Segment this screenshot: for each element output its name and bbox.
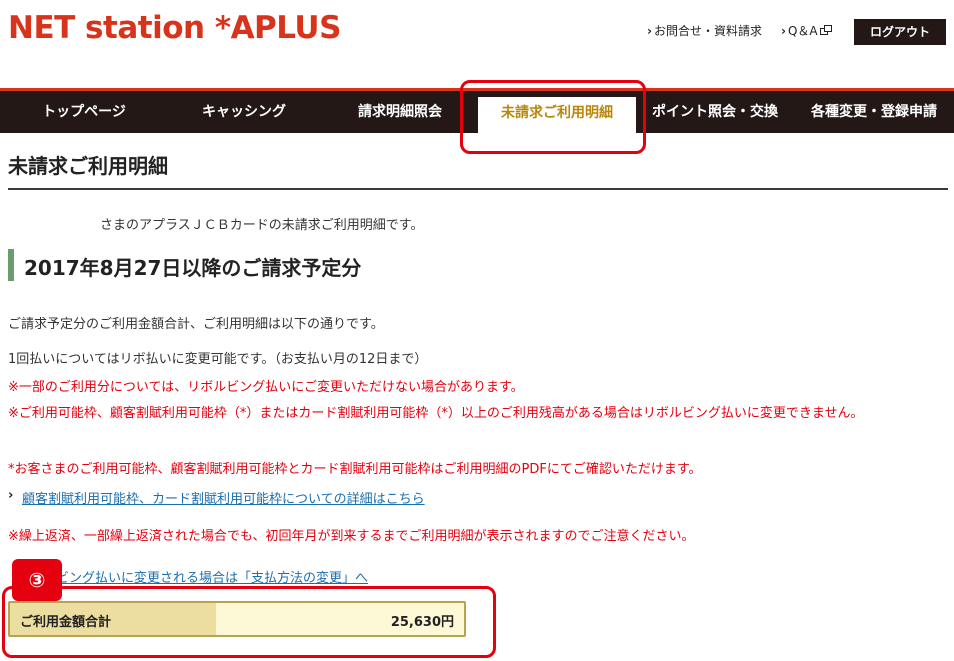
logout-button[interactable]: ログアウト [854, 19, 946, 45]
page-title: 未請求ご利用明細 [8, 154, 168, 178]
chevron-right-icon: › [647, 24, 652, 38]
intro-text: さまのアプラスＪＣＢカードの未請求ご利用明細です。 [100, 218, 424, 233]
repayment-note: ※繰上返済、一部繰上返済された場合でも、初回年月が到来するまでご利用明細が表示さ… [8, 529, 695, 544]
title-divider [8, 188, 948, 190]
nav-item-cashing[interactable]: キャッシング [160, 91, 328, 133]
revolving-note: 1回払いについてはリボ払いに変更可能です。（お支払い月の12日まで） [8, 352, 428, 367]
note-red-2: ※ご利用可能枠、顧客割賦利用可能枠（*）またはカード割賦利用可能枠（*）以上のご… [8, 406, 864, 421]
faq-link-label: Q＆A [787, 24, 818, 38]
note-red-1: ※一部のご利用分については、リボルビング払いにご変更いただけない場合があります。 [8, 380, 524, 395]
limit-detail-link[interactable]: 顧客割賦利用可能枠、カード割賦利用可能枠についての詳細はこちら [22, 488, 425, 507]
contact-link-label: お問合せ・資料請求 [653, 24, 762, 38]
note-red-3: *お客さまのご利用可能枠、顧客割賦利用可能枠とカード割賦利用可能枠はご利用明細の… [8, 462, 702, 477]
faq-link[interactable]: › Q＆A [781, 22, 832, 39]
nav-item-changes[interactable]: 各種変更・登録申請 [794, 91, 954, 133]
section-title: 2017年8月27日以降のご請求予定分 [24, 256, 362, 280]
total-amount-value: 25,630円 [390, 615, 454, 630]
step-badge: ③ [12, 559, 62, 601]
summary-text: ご請求予定分のご利用金額合計、ご利用明細は以下の通りです。 [8, 317, 384, 332]
payment-method-change-link[interactable]: ビング払いに変更される場合は「支払方法の変更」へ [56, 567, 368, 586]
contact-link[interactable]: › お問合せ・資料請求 [647, 22, 762, 39]
nav-item-top[interactable]: トップページ [0, 91, 168, 133]
total-amount-label: ご利用金額合計 [20, 615, 112, 630]
nav-highlight-annotation [460, 80, 646, 154]
site-logo[interactable]: NET station *APLUS [8, 10, 341, 46]
total-amount-box: ご利用金額合計 25,630円 [8, 601, 466, 637]
nav-item-billing-statement[interactable]: 請求明細照会 [316, 91, 484, 133]
nav-item-points[interactable]: ポイント照会・交換 [642, 91, 788, 133]
external-window-icon [819, 25, 832, 36]
chevron-right-icon: › [8, 488, 14, 503]
section-marker [8, 249, 14, 281]
chevron-right-icon: › [781, 24, 786, 38]
